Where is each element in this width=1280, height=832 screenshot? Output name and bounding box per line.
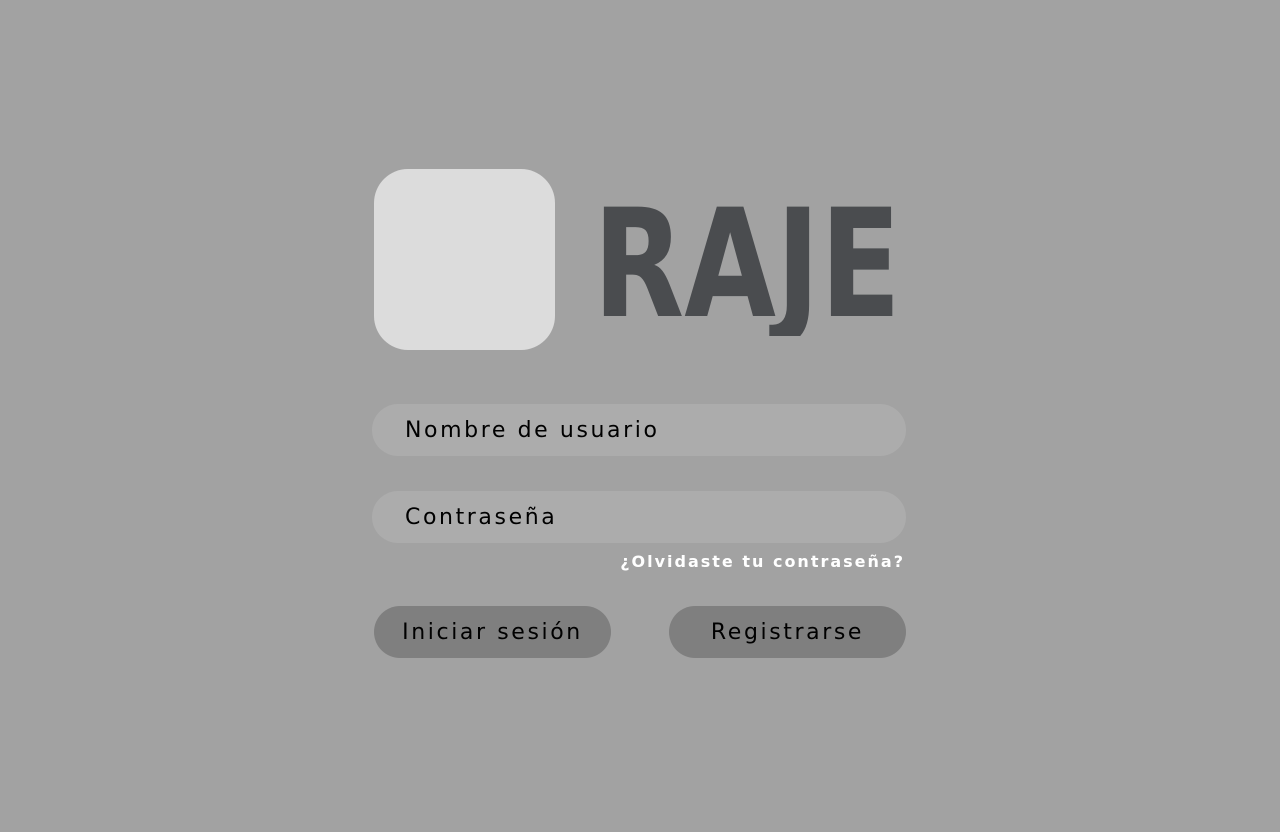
brand-wordmark: RAJE [593, 186, 903, 336]
username-field[interactable] [372, 404, 906, 456]
login-page: RAJE ¿Olvidaste tu contraseña? Iniciar s… [0, 0, 1280, 832]
forgot-password-link[interactable]: ¿Olvidaste tu contraseña? [620, 552, 905, 571]
username-input[interactable] [405, 404, 906, 456]
register-button[interactable]: Registrarse [669, 606, 906, 658]
password-input[interactable] [405, 491, 906, 543]
brand-wordmark-text: RAJE [593, 186, 901, 336]
password-field[interactable] [372, 491, 906, 543]
login-button[interactable]: Iniciar sesión [374, 606, 611, 658]
app-logo [374, 169, 555, 350]
